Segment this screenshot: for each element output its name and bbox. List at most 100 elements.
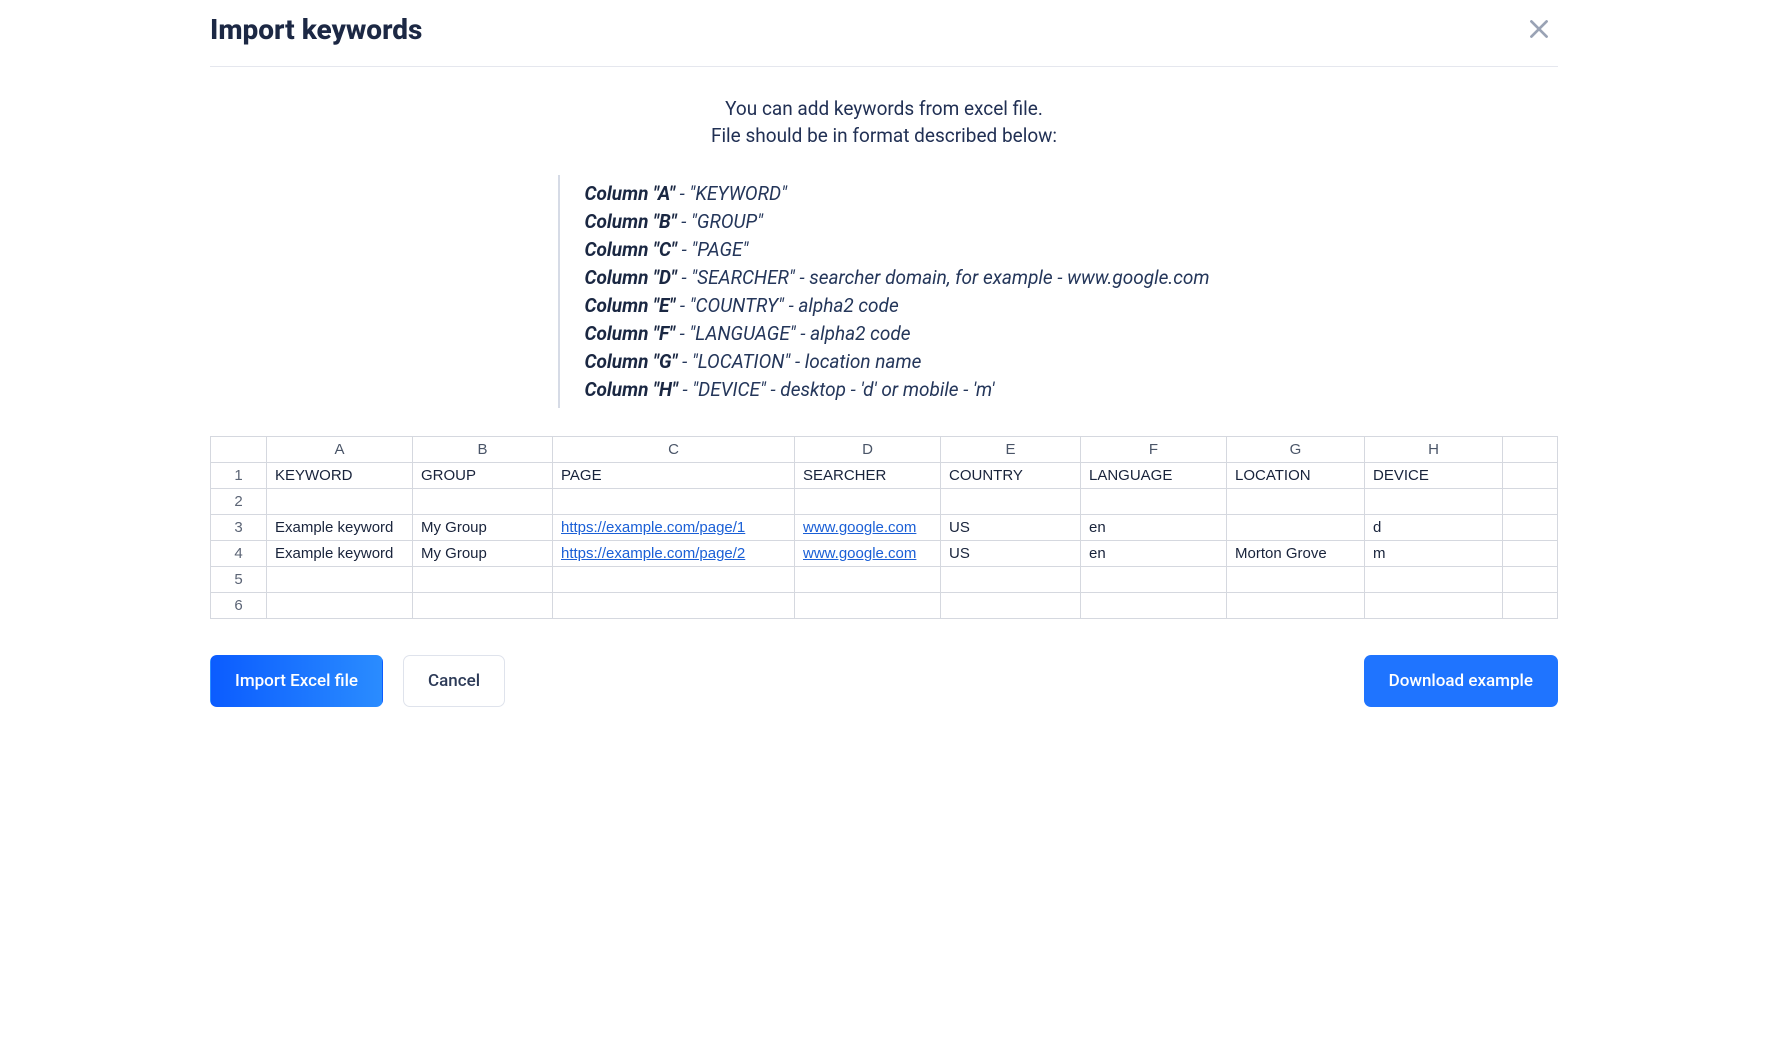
cell: m [1365,541,1503,567]
cell [1227,567,1365,593]
cell [1503,593,1558,619]
cell: www.google.com [795,515,941,541]
cell [1081,593,1227,619]
column-desc: - "DEVICE" - desktop - 'd' or mobile - '… [678,378,995,401]
cell [941,593,1081,619]
cell [1503,489,1558,515]
intro-text: You can add keywords from excel file. Fi… [210,97,1558,147]
column-format-list: Column "A" - "KEYWORD" Column "B" - "GROU… [558,175,1209,408]
import-excel-button[interactable]: Import Excel file [210,655,383,707]
cell [413,567,553,593]
spreadsheet-preview: ABCDEFGH 1KEYWORDGROUPPAGESEARCHERCOUNTR… [210,436,1558,619]
row-number: 2 [211,489,267,515]
cell: https://example.com/page/2 [553,541,795,567]
cell [413,489,553,515]
cell-link[interactable]: https://example.com/page/1 [561,519,745,536]
column-letter: F [1081,437,1227,463]
cell: DEVICE [1365,463,1503,489]
import-keywords-modal: Import keywords You can add keywords fro… [184,0,1584,737]
cell-link[interactable]: https://example.com/page/2 [561,545,745,562]
column-format-item: Column "A" - "KEYWORD" [584,182,1209,205]
column-format-item: Column "H" - "DEVICE" - desktop - 'd' or… [584,378,1209,401]
cell [267,593,413,619]
column-format-item: Column "G" - "LOCATION" - location name [584,350,1209,373]
column-desc: - "PAGE" [677,238,749,261]
cell [1365,489,1503,515]
cell [1365,593,1503,619]
cell: en [1081,541,1227,567]
column-desc: - "LOCATION" - location name [677,350,921,373]
cell [553,489,795,515]
column-letter-label: Column "G" [584,350,677,373]
column-desc: - "SEARCHER" - searcher domain, for exam… [677,266,1210,289]
cell: Example keyword [267,541,413,567]
cell [1365,567,1503,593]
table-row: 2 [211,489,1558,515]
column-letter: H [1365,437,1503,463]
cell [267,567,413,593]
cell: KEYWORD [267,463,413,489]
cell: www.google.com [795,541,941,567]
cell-link[interactable]: www.google.com [803,545,916,562]
column-desc: - "KEYWORD" [675,182,787,205]
cell [413,593,553,619]
intro-line-1: You can add keywords from excel file. [210,97,1558,120]
cell: GROUP [413,463,553,489]
cell [553,567,795,593]
column-letter: D [795,437,941,463]
cell [1081,567,1227,593]
column-desc: - "COUNTRY" - alpha2 code [675,294,899,317]
table-row: 4Example keywordMy Grouphttps://example.… [211,541,1558,567]
cell [553,593,795,619]
close-icon[interactable] [1520,10,1558,48]
cell: PAGE [553,463,795,489]
column-format-item: Column "D" - "SEARCHER" - searcher domai… [584,266,1209,289]
cell [1081,489,1227,515]
cell [941,489,1081,515]
table-row: 3Example keywordMy Group https://example.… [211,515,1558,541]
cell: https://example.com/page/1 [553,515,795,541]
spreadsheet-table: ABCDEFGH 1KEYWORDGROUPPAGESEARCHERCOUNTR… [210,436,1558,619]
column-letter-extra [1503,437,1558,463]
cell: My Group [413,541,553,567]
row-number: 6 [211,593,267,619]
cell [267,489,413,515]
column-letter-label: Column "E" [584,294,675,317]
column-letter-label: Column "C" [584,238,676,261]
column-letter-label: Column "H" [584,378,677,401]
cell [795,567,941,593]
column-desc: - "LANGUAGE" - alpha2 code [675,322,911,345]
cell [795,489,941,515]
buttons-left-group: Import Excel file Cancel [210,655,505,707]
cell-link[interactable]: www.google.com [803,519,916,536]
column-letter: G [1227,437,1365,463]
modal-body: You can add keywords from excel file. Fi… [210,97,1558,707]
cell [1227,489,1365,515]
column-format-item: Column "F" - "LANGUAGE" - alpha2 code [584,322,1209,345]
cell: My Group [413,515,553,541]
row-number: 3 [211,515,267,541]
cell [1503,541,1558,567]
column-letter-label: Column "F" [584,322,675,345]
buttons-row: Import Excel file Cancel Download exampl… [210,655,1558,707]
cell: d [1365,515,1503,541]
cell [1503,463,1558,489]
intro-line-2: File should be in format described below… [210,124,1558,147]
modal-header: Import keywords [210,10,1558,67]
modal-title: Import keywords [210,13,422,46]
cancel-button[interactable]: Cancel [403,655,505,707]
row-number: 5 [211,567,267,593]
download-example-button[interactable]: Download example [1364,655,1558,707]
cell: US [941,541,1081,567]
table-row: 1KEYWORDGROUPPAGESEARCHERCOUNTRYLANGUAGE… [211,463,1558,489]
cell [941,567,1081,593]
column-letter-label: Column "B" [584,210,676,233]
cell: Example keyword [267,515,413,541]
cell: LOCATION [1227,463,1365,489]
cell: US [941,515,1081,541]
cell: COUNTRY [941,463,1081,489]
cell: en [1081,515,1227,541]
column-letter: A [267,437,413,463]
column-desc: - "GROUP" [677,210,763,233]
column-format-item: Column "B" - "GROUP" [584,210,1209,233]
